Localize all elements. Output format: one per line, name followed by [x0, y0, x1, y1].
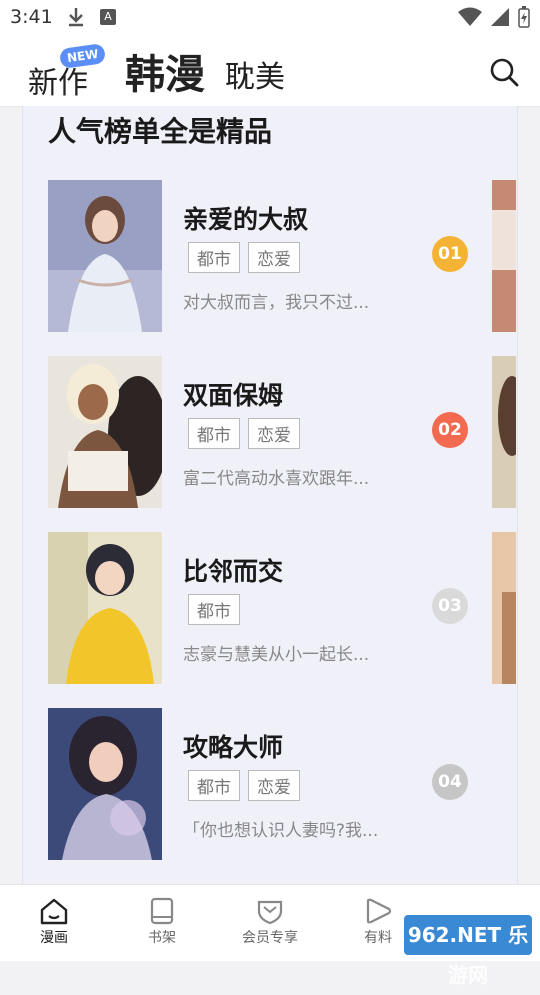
search-icon[interactable] — [488, 56, 520, 88]
status-bar: 3:41 A — [0, 0, 540, 36]
comic-description: 对大叔而言，我只不过... — [183, 293, 370, 313]
nav-label: 会员专享 — [242, 930, 298, 946]
status-time: 3:41 — [10, 6, 53, 28]
nav-comics[interactable]: 漫画 — [14, 891, 94, 947]
comic-item[interactable]: 双面保姆 都市 恋爱 富二代高动水喜欢跟年... 02 — [48, 356, 488, 508]
rank-badge: 03 — [432, 588, 468, 624]
book-icon — [150, 897, 174, 925]
rank-badge: 01 — [432, 236, 468, 272]
tag-list: 都市 恋爱 — [188, 770, 300, 801]
watermark-logo: 962.NET 乐游网 — [404, 915, 532, 987]
comic-cover[interactable] — [48, 180, 162, 332]
download-icon — [66, 6, 86, 32]
next-column-cover[interactable] — [492, 532, 516, 684]
comic-item[interactable]: 亲爱的大叔 都市 恋爱 对大叔而言，我只不过... 01 — [48, 180, 488, 332]
tag[interactable]: 都市 — [188, 418, 240, 449]
comic-item[interactable]: 攻略大师 都市 恋爱 「你也想认识人妻吗?我... 04 — [48, 708, 488, 860]
comic-item[interactable]: 比邻而交 都市 志豪与慧美从小一起长... 03 — [48, 532, 488, 684]
tag[interactable]: 恋爱 — [248, 418, 300, 449]
comic-cover[interactable] — [48, 356, 162, 508]
tag-list: 都市 — [188, 594, 240, 625]
vip-icon — [257, 900, 283, 925]
signal-icon — [490, 7, 510, 31]
category-tabs: 新作 NEW 韩漫 耽美 — [0, 36, 540, 107]
wifi-icon — [458, 7, 482, 31]
tag-list: 都市 恋爱 — [188, 242, 300, 273]
tag-list: 都市 恋爱 — [188, 418, 300, 449]
app-notification-icon: A — [100, 9, 116, 25]
next-column-cover[interactable] — [492, 356, 516, 508]
tag[interactable]: 都市 — [188, 242, 240, 273]
bottom-navigation: 漫画 书架 会员专享 有料 962.NET 乐游网 — [0, 884, 540, 987]
rank-badge: 04 — [432, 764, 468, 800]
next-column-cover[interactable] — [492, 180, 516, 332]
nav-label: 漫画 — [40, 930, 68, 946]
tag[interactable]: 都市 — [188, 770, 240, 801]
new-badge: NEW — [58, 42, 107, 70]
comic-description: 志豪与慧美从小一起长... — [183, 645, 370, 665]
nav-vip[interactable]: 会员专享 — [230, 891, 310, 947]
tab-korean-comics[interactable]: 韩漫 — [125, 42, 205, 100]
comic-title[interactable]: 比邻而交 — [183, 552, 283, 588]
tab-bl[interactable]: 耽美 — [225, 52, 285, 96]
battery-icon — [518, 6, 530, 32]
rank-badge: 02 — [432, 412, 468, 448]
ranking-title: 人气榜单全是精品 — [48, 115, 273, 148]
comic-title[interactable]: 亲爱的大叔 — [183, 200, 308, 236]
comic-title[interactable]: 双面保姆 — [183, 376, 283, 412]
tag[interactable]: 恋爱 — [248, 242, 300, 273]
play-icon — [366, 898, 392, 924]
tag[interactable]: 恋爱 — [248, 770, 300, 801]
tag[interactable]: 都市 — [188, 594, 240, 625]
home-icon — [40, 898, 68, 925]
comic-description: 富二代高动水喜欢跟年... — [183, 469, 370, 489]
nav-bookshelf[interactable]: 书架 — [122, 891, 202, 947]
comic-title[interactable]: 攻略大师 — [183, 728, 283, 764]
comic-cover[interactable] — [48, 532, 162, 684]
comic-description: 「你也想认识人妻吗?我... — [183, 821, 379, 841]
comic-cover[interactable] — [48, 708, 162, 860]
nav-label: 书架 — [148, 930, 176, 946]
